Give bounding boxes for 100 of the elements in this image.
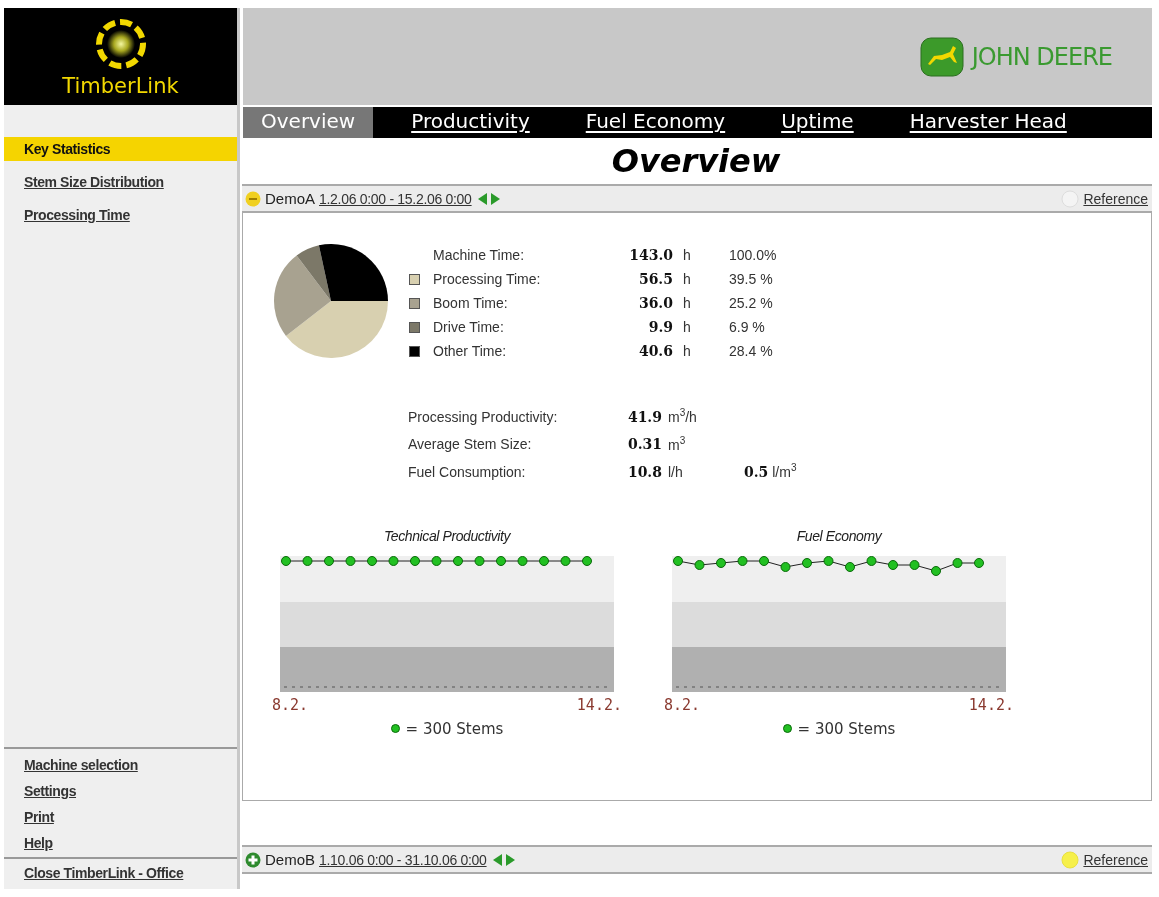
data-point <box>560 555 571 566</box>
stat-label: Boom Time: <box>433 295 509 311</box>
figure-value: 41.9 <box>626 408 662 425</box>
collapse-icon[interactable] <box>245 190 261 207</box>
stat-unit: h <box>683 247 692 263</box>
close-link[interactable]: Close TimberLink - Office <box>4 865 237 881</box>
legend-text: = 300 Stems <box>405 719 504 738</box>
dot-icon <box>390 724 400 734</box>
next-icon[interactable] <box>505 853 515 866</box>
tab[interactable]: Productivity <box>393 107 548 138</box>
stat-unit: h <box>683 271 692 287</box>
previous-icon[interactable] <box>477 192 487 205</box>
expand-icon[interactable] <box>245 851 261 868</box>
stat-unit: h <box>683 295 692 311</box>
tab[interactable]: Overview <box>243 107 374 138</box>
stat-label: Machine Time: <box>433 247 526 263</box>
figure-value: 10.8 <box>626 463 662 480</box>
figure-unit: m$^{3}$/h <box>668 407 698 425</box>
data-point <box>453 555 463 566</box>
stat-share: 28.4 % <box>729 343 774 359</box>
page-title: Overview <box>610 141 782 182</box>
figure-unit: l/h <box>668 463 684 480</box>
stat-share: 39.5 % <box>729 271 774 287</box>
reference-link[interactable]: Reference <box>1083 190 1148 207</box>
figure-unit: m$^{3}$ <box>668 434 687 453</box>
data-point <box>974 557 984 568</box>
data-point <box>281 555 291 566</box>
stat-unit: h <box>683 343 692 359</box>
figure-value: 0.31 <box>626 436 662 453</box>
stat-share: 100.0% <box>729 247 777 263</box>
data-point <box>324 555 334 566</box>
stat-label: Drive Time: <box>433 319 505 335</box>
data-point <box>388 555 399 566</box>
data-point <box>431 555 442 566</box>
tab[interactable]: Uptime <box>763 107 872 138</box>
data-point <box>888 559 898 570</box>
stat-value: 40.6 <box>637 343 673 359</box>
data-point <box>737 555 748 566</box>
axis-label: 8.2. <box>272 695 309 714</box>
data-point <box>909 559 920 570</box>
stat-value: 9.9 <box>647 319 673 335</box>
data-point <box>302 555 313 566</box>
sidebar-link[interactable]: Machine selection <box>4 757 237 773</box>
previous-icon[interactable] <box>492 853 502 866</box>
axis-label: 8.2. <box>664 695 701 714</box>
data-point <box>931 565 941 576</box>
sidebar-link[interactable]: Help <box>4 835 237 851</box>
machine-name: DemoB <box>265 851 316 868</box>
axis-label: 14.2. <box>576 695 622 714</box>
stat-value: 56.5 <box>637 271 673 287</box>
data-point <box>780 561 791 572</box>
data-point <box>474 555 485 566</box>
data-point <box>496 555 506 566</box>
data-point <box>410 555 420 566</box>
figure-label: Processing Productivity: <box>408 408 559 425</box>
data-point <box>952 557 963 568</box>
stat-value: 36.0 <box>637 295 673 311</box>
reference-dot-icon[interactable] <box>1061 850 1080 869</box>
data-point <box>367 555 377 566</box>
figure-value: 0.5 <box>744 463 769 480</box>
data-point <box>539 555 549 566</box>
stat-share: 6.9 % <box>729 319 766 335</box>
data-point <box>716 557 726 568</box>
brand-name: JOHN DEERE <box>971 42 1112 71</box>
data-point <box>345 555 356 566</box>
data-point <box>694 559 705 570</box>
figure-label: Fuel Consumption: <box>408 463 527 480</box>
stat-unit: h <box>683 319 692 335</box>
data-point <box>582 555 592 566</box>
date-range-link[interactable]: 1.10.06 0:00 - 31.10.06 0:00 <box>319 851 487 868</box>
trend-title: Technical Productivity <box>383 527 511 544</box>
data-point <box>823 555 834 566</box>
reference-link[interactable]: Reference <box>1083 851 1148 868</box>
legend-text: = 300 Stems <box>797 719 896 738</box>
dot-icon <box>782 724 792 734</box>
trend-title: Fuel Economy <box>796 527 882 544</box>
sidebar-item[interactable]: Stem Size Distribution <box>4 170 237 194</box>
sidebar-link[interactable]: Print <box>4 809 237 825</box>
tab[interactable]: Harvester Head <box>891 107 1085 138</box>
data-point <box>759 555 769 566</box>
stat-share: 25.2 % <box>729 295 774 311</box>
sidebar-item[interactable]: Processing Time <box>4 203 237 227</box>
app-logo-text: TimberLink <box>62 73 179 98</box>
machine-name: DemoA <box>265 190 316 207</box>
figure-label: Average Stem Size: <box>408 436 533 453</box>
data-point <box>802 557 812 568</box>
figure-unit: l/m$^{3}$ <box>772 463 797 480</box>
sidebar-item[interactable]: Key Statistics <box>4 137 237 161</box>
date-range-link[interactable]: 1.2.06 0:00 - 15.2.06 0:00 <box>319 190 472 207</box>
next-icon[interactable] <box>490 192 500 205</box>
data-point <box>517 555 528 566</box>
data-point <box>845 561 855 572</box>
stat-value: 143.0 <box>628 247 673 263</box>
sidebar-link[interactable]: Settings <box>4 783 237 799</box>
data-point <box>866 555 877 566</box>
stat-label: Processing Time: <box>433 271 542 287</box>
tab[interactable]: Fuel Economy <box>567 107 744 138</box>
stat-label: Other Time: <box>433 343 508 359</box>
axis-label: 14.2. <box>968 695 1014 714</box>
data-point <box>673 555 683 566</box>
